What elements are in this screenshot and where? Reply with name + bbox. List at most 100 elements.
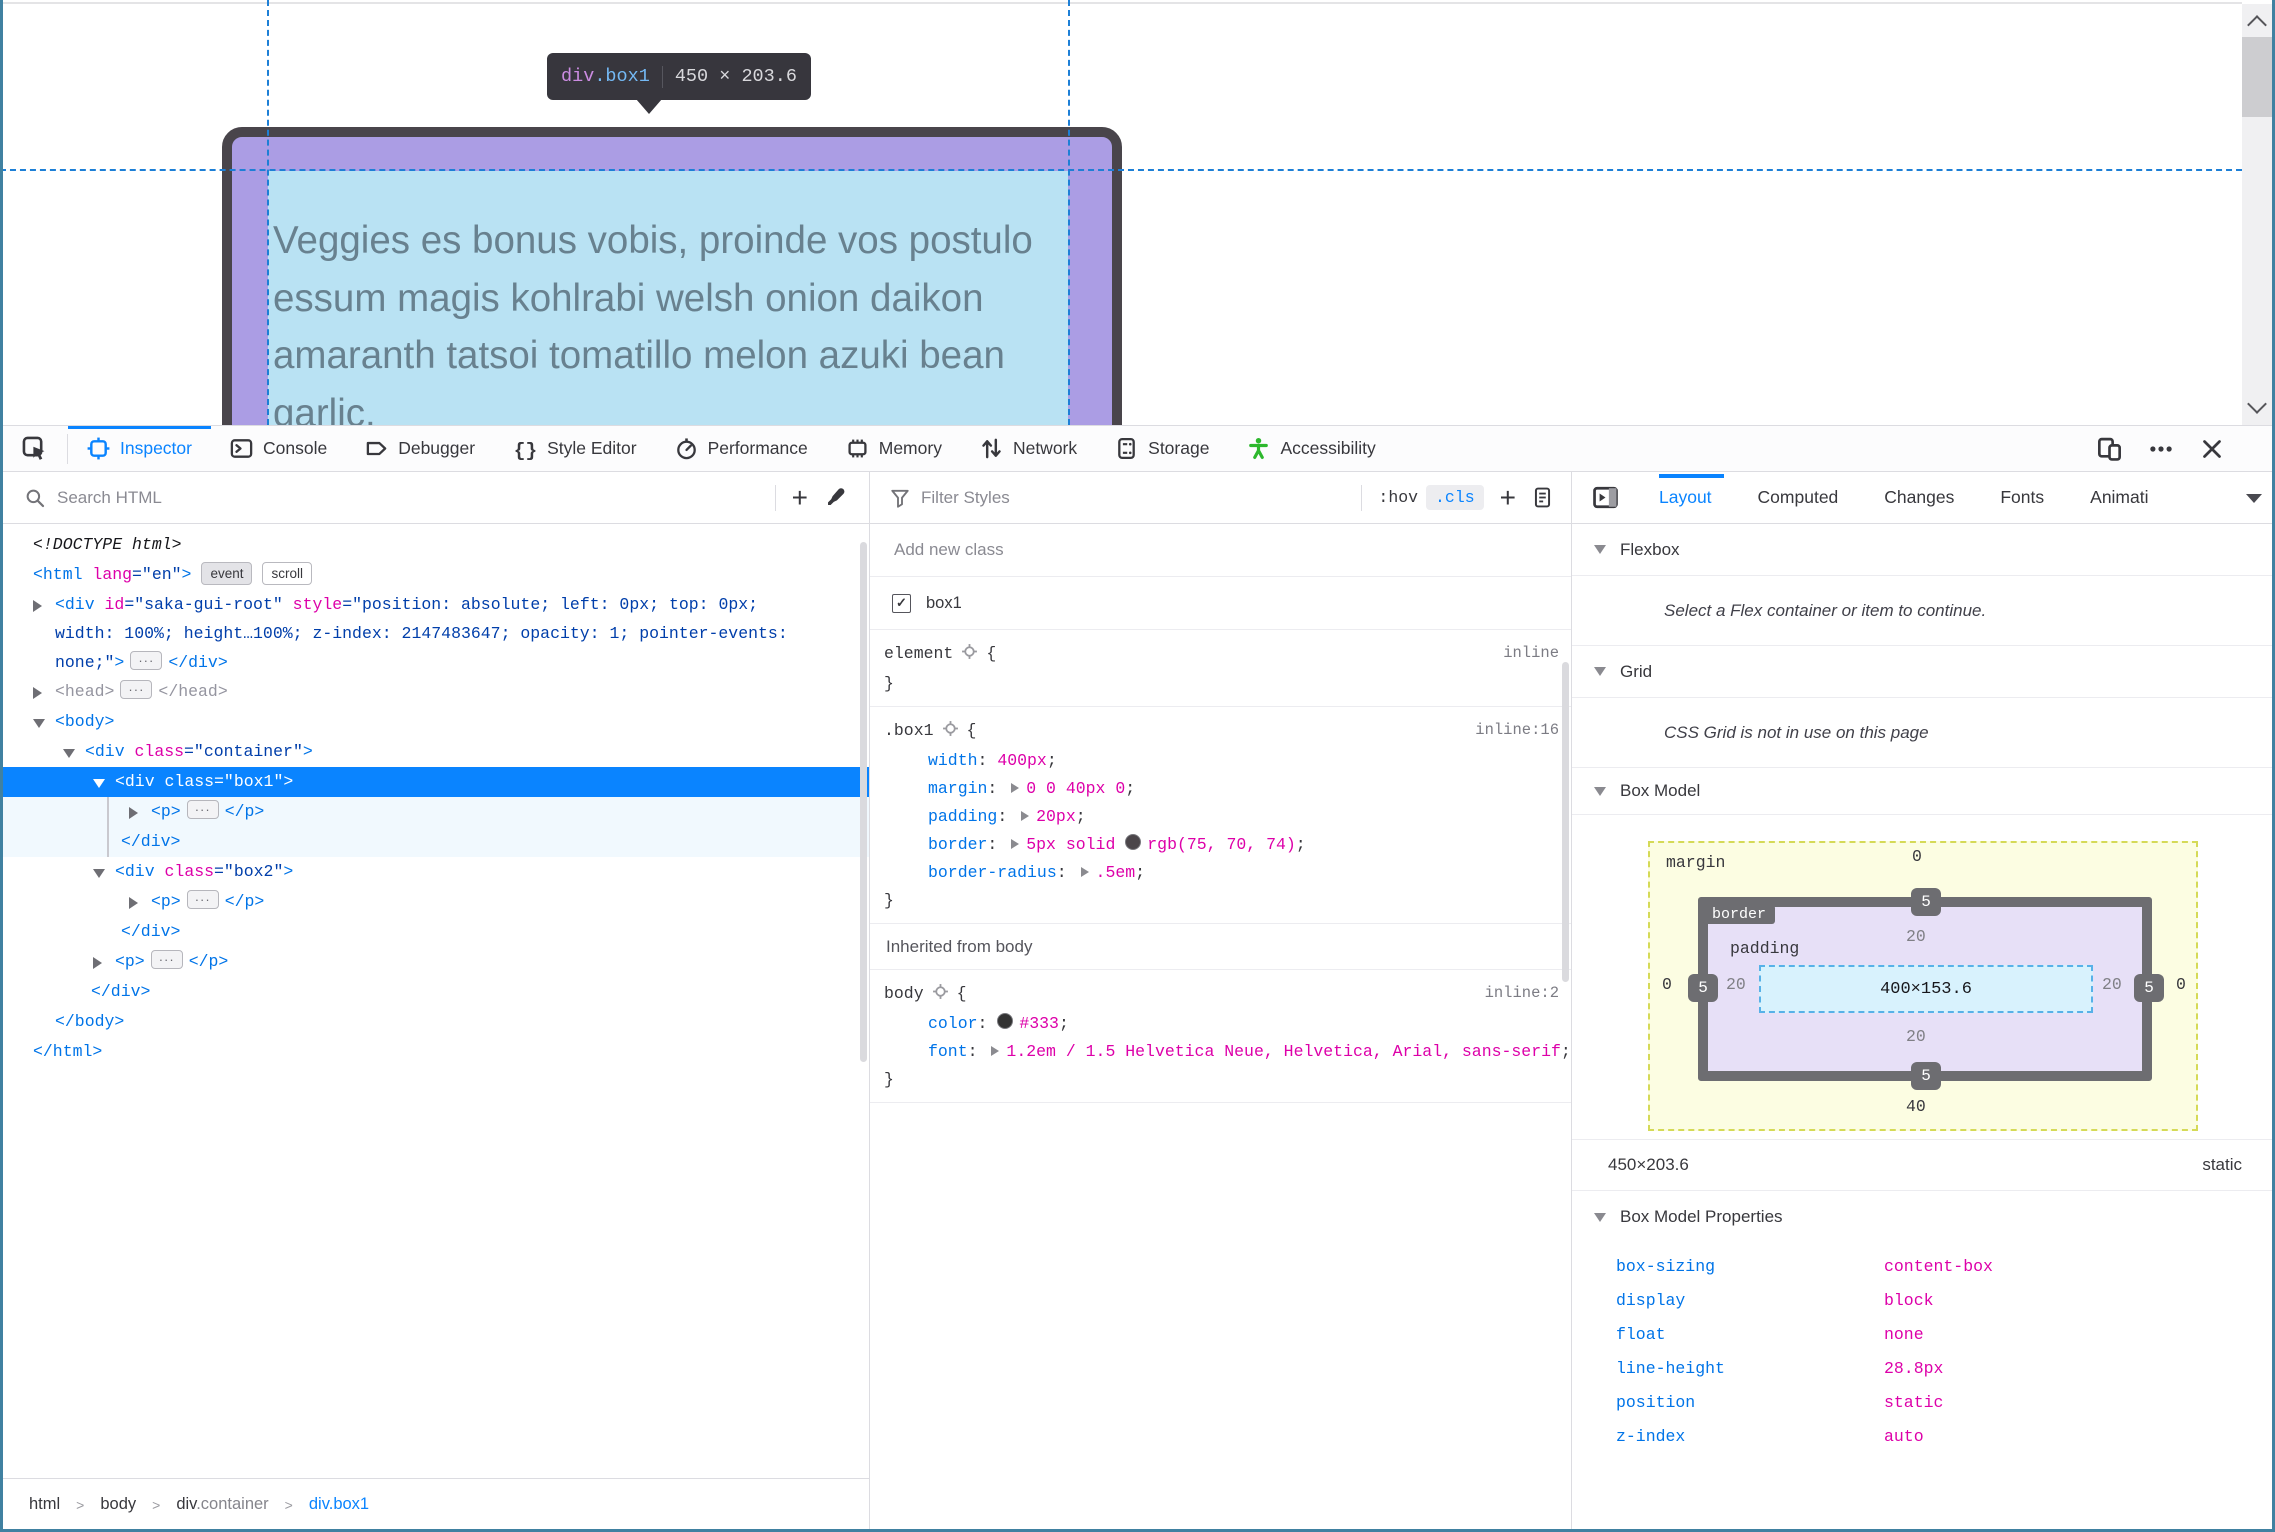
padding-top-value[interactable]: 20 <box>1906 927 1926 946</box>
tab-accessibility[interactable]: Accessibility <box>1228 426 1394 471</box>
border-bottom-value[interactable]: 5 <box>1911 1062 1941 1090</box>
highlight-target-icon[interactable] <box>932 982 949 1010</box>
tree-node[interactable]: </div> <box>3 977 869 1007</box>
breadcrumb-item[interactable]: div.box1 <box>309 1495 369 1514</box>
expanded-twisty-icon[interactable] <box>63 749 75 758</box>
sidebar-tab-animati[interactable]: Animati <box>2090 472 2148 523</box>
border-left-value[interactable]: 5 <box>1688 974 1718 1002</box>
tab-memory[interactable]: Memory <box>827 426 961 471</box>
highlight-target-icon[interactable] <box>942 719 959 747</box>
tab-inspector[interactable]: Inspector <box>68 426 211 471</box>
sidebar-tab-changes[interactable]: Changes <box>1884 472 1954 523</box>
page-scrollbar[interactable] <box>2242 4 2272 425</box>
rules-scrollbar-thumb[interactable] <box>1562 662 1569 982</box>
inline-expander[interactable]: ··· <box>186 890 219 909</box>
tree-node[interactable]: <body> <box>3 707 869 737</box>
scroll-down-arrow-icon[interactable] <box>2247 394 2267 414</box>
box-model-content-region[interactable]: 400×153.6 <box>1759 965 2093 1013</box>
tree-node[interactable]: <html lang="en"> event scroll <box>3 560 869 590</box>
rule-selector[interactable]: body <box>884 984 924 1003</box>
expand-shorthand-icon[interactable] <box>1080 867 1089 877</box>
markup-scrollbar-thumb[interactable] <box>860 542 867 1062</box>
collapsed-twisty-icon[interactable] <box>129 807 138 819</box>
margin-left-value[interactable]: 0 <box>1662 975 1672 994</box>
declaration-border[interactable]: border: 5px solid rgb(75, 70, 74); <box>870 831 1571 859</box>
class-panel-toggle[interactable]: .cls <box>1426 485 1484 510</box>
tree-node[interactable]: </html> <box>3 1037 869 1067</box>
eyedropper-button[interactable] <box>824 486 847 509</box>
property-value[interactable]: 1.2em / 1.5 Helvetica Neue, Helvetica, A… <box>1006 1042 1561 1061</box>
sidebar-tab-fonts[interactable]: Fonts <box>2000 472 2044 523</box>
flexbox-section-header[interactable]: Flexbox <box>1572 524 2272 576</box>
inline-expander[interactable]: ··· <box>186 800 219 819</box>
tree-node[interactable]: <div id="saka-gui-root" style="position:… <box>3 590 869 677</box>
box-model-properties-header[interactable]: Box Model Properties <box>1572 1191 2272 1243</box>
expanded-twisty-icon[interactable] <box>33 719 45 728</box>
declaration-width[interactable]: width: 400px; <box>870 747 1571 775</box>
property-name[interactable]: color <box>928 1014 978 1033</box>
property-name[interactable]: font <box>928 1042 968 1061</box>
declaration-color[interactable]: color: #333; <box>870 1010 1571 1038</box>
tree-node[interactable]: </body> <box>3 1007 869 1037</box>
scroll-up-arrow-icon[interactable] <box>2247 15 2267 35</box>
tab-performance[interactable]: Performance <box>656 426 827 471</box>
devtools-menu-button[interactable] <box>2148 436 2174 462</box>
rule-source-link[interactable]: inline <box>1503 644 1559 662</box>
tab-network[interactable]: Network <box>961 426 1096 471</box>
tree-node[interactable]: <!DOCTYPE html> <box>3 530 869 560</box>
tab-debugger[interactable]: Debugger <box>346 426 494 471</box>
collapsed-twisty-icon[interactable] <box>33 600 42 612</box>
rule-selector[interactable]: element <box>884 644 953 663</box>
collapsed-twisty-icon[interactable] <box>93 957 102 969</box>
color-swatch[interactable] <box>997 1013 1014 1029</box>
property-name[interactable]: padding <box>928 807 997 826</box>
tree-node[interactable]: <div class="container"> <box>3 737 869 767</box>
inline-expander[interactable]: ··· <box>130 651 163 670</box>
tree-node-selected[interactable]: <div class="box1"> <box>3 767 869 797</box>
sidebar-tab-computed[interactable]: Computed <box>1758 472 1839 523</box>
expanded-twisty-icon[interactable] <box>93 779 105 788</box>
page-scrollbar-thumb[interactable] <box>2242 37 2272 117</box>
search-html-input[interactable]: Search HTML <box>57 488 162 508</box>
border-right-value[interactable]: 5 <box>2134 974 2164 1002</box>
filter-styles-input[interactable]: Filter Styles <box>921 488 1010 508</box>
rule-source-link[interactable]: inline:2 <box>1485 984 1559 1002</box>
property-value[interactable]: 5px solid <box>1026 835 1125 854</box>
tree-node[interactable]: </div> <box>3 917 869 947</box>
highlight-target-icon[interactable] <box>961 642 978 670</box>
grid-section-header[interactable]: Grid <box>1572 646 2272 698</box>
property-value[interactable]: 400px <box>997 751 1047 770</box>
sidebar-tab-layout[interactable]: Layout <box>1659 472 1723 523</box>
tab-storage[interactable]: Storage <box>1096 426 1228 471</box>
property-value[interactable]: .5em <box>1096 863 1136 882</box>
property-value[interactable]: rgb(75, 70, 74) <box>1147 835 1296 854</box>
inline-expander[interactable]: ··· <box>150 950 183 969</box>
expand-shorthand-icon[interactable] <box>1011 839 1020 849</box>
breadcrumb-item[interactable]: html <box>29 1495 60 1514</box>
tree-node[interactable]: <p> ··· </p> <box>3 947 869 977</box>
collapsed-twisty-icon[interactable] <box>129 897 138 909</box>
tree-node[interactable]: <p> ··· </p> <box>3 797 869 827</box>
property-name[interactable]: width <box>928 751 978 770</box>
print-media-button[interactable] <box>1532 487 1553 508</box>
expand-shorthand-icon[interactable] <box>1021 811 1030 821</box>
breadcrumb-item[interactable]: body <box>100 1495 136 1514</box>
declaration-font[interactable]: font: 1.2em / 1.5 Helvetica Neue, Helvet… <box>870 1038 1571 1066</box>
tree-node[interactable]: <p> ··· </p> <box>3 887 869 917</box>
devtools-close-button[interactable] <box>2200 437 2224 461</box>
collapsed-twisty-icon[interactable] <box>33 687 42 699</box>
scroll-badge[interactable]: scroll <box>262 562 312 585</box>
tab-style-editor[interactable]: {} Style Editor <box>494 426 655 471</box>
tree-node[interactable]: <div class="box2"> <box>3 857 869 887</box>
expanded-twisty-icon[interactable] <box>93 869 105 878</box>
box-model-section-header[interactable]: Box Model <box>1572 768 2272 815</box>
property-value[interactable]: 20px <box>1036 807 1076 826</box>
color-swatch[interactable] <box>1125 834 1142 850</box>
inline-expander[interactable]: ··· <box>120 680 153 699</box>
margin-top-value[interactable]: 0 <box>1912 847 1922 866</box>
margin-right-value[interactable]: 0 <box>2176 975 2186 994</box>
class-checkbox[interactable]: ✓ <box>892 593 911 613</box>
expand-shorthand-icon[interactable] <box>1011 783 1020 793</box>
declaration-margin[interactable]: margin: 0 0 40px 0; <box>870 775 1571 803</box>
tree-node[interactable]: <head> ··· </head> <box>3 677 869 707</box>
